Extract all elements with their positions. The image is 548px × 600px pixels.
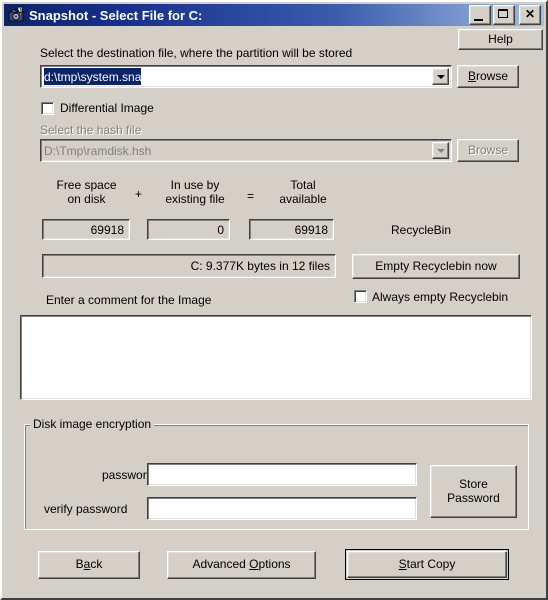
minimize-button[interactable] <box>469 5 491 25</box>
titlebar: Snapshot - Select File for C: ✕ <box>4 4 544 26</box>
total-available-value: 69918 <box>294 222 328 237</box>
inuse-value: 0 <box>217 222 224 237</box>
hash-file-value: D:\Tmp\ramdisk.hsh <box>44 143 152 158</box>
always-empty-recyclebin-checkbox[interactable] <box>354 290 367 303</box>
browse-rest: rowse <box>476 68 509 83</box>
comment-prompt: Enter a comment for the Image <box>46 293 212 307</box>
back-button-label: Back <box>75 557 103 572</box>
hash-browse-label: Browse <box>467 142 508 157</box>
advanced-post: ptions <box>258 557 291 572</box>
hash-file-prompt: Select the hash file <box>40 123 142 137</box>
destination-path-combo[interactable]: d:\tmp\system.sna <box>40 65 452 88</box>
total-available-field: 69918 <box>249 219 334 240</box>
hash-dropdown-arrow <box>432 142 449 159</box>
destination-browse-button[interactable]: Browse <box>457 65 519 88</box>
total-label-line2: available <box>279 192 327 206</box>
always-empty-recyclebin-label: Always empty Recyclebin <box>372 290 509 304</box>
free-space-value: 69918 <box>90 222 124 237</box>
status-field: C: 9.377K bytes in 12 files <box>42 254 336 278</box>
differential-image-label: Differential Image <box>60 101 154 115</box>
free-space-label-line1: Free space <box>56 178 117 192</box>
verify-password-input[interactable] <box>147 497 417 520</box>
back-post: ck <box>90 557 103 572</box>
recyclebin-title: RecycleBin <box>391 223 452 237</box>
advanced-options-button[interactable]: Advanced Options <box>167 551 316 579</box>
free-space-field: 69918 <box>42 219 130 240</box>
inuse-label-line1: In use by <box>170 178 220 192</box>
inuse-field: 0 <box>147 219 230 240</box>
inuse-label-line2: existing file <box>165 192 225 206</box>
equals-sign: = <box>247 189 255 203</box>
window-controls: ✕ <box>469 5 542 25</box>
store-password-button[interactable]: Store Password <box>430 465 517 518</box>
close-icon: ✕ <box>524 7 536 21</box>
free-space-label: Free space on disk <box>40 178 133 206</box>
verify-password-label: verify password <box>44 502 128 516</box>
inuse-label: In use by existing file <box>146 178 244 206</box>
help-button-label: Help <box>488 31 513 46</box>
plus-sign: + <box>135 187 143 201</box>
snapshot-window: Snapshot - Select File for C: ✕ Help Sel… <box>0 0 548 600</box>
minimize-icon <box>474 19 483 21</box>
browse-accel: B <box>467 68 476 83</box>
start-copy-inner: Start Copy <box>347 551 507 578</box>
start-accel: S <box>398 556 407 571</box>
destination-path-value: d:\tmp\system.sna <box>44 68 142 85</box>
advanced-accel: O <box>249 557 259 572</box>
comment-textarea[interactable] <box>20 315 532 400</box>
window-title: Snapshot - Select File for C: <box>29 7 203 23</box>
close-button[interactable]: ✕ <box>519 5 541 25</box>
password-input[interactable] <box>147 463 417 486</box>
start-copy-label: Start Copy <box>398 556 456 572</box>
password-label: password <box>102 468 154 482</box>
total-label-line1: Total <box>290 178 316 192</box>
total-label: Total available <box>257 178 349 206</box>
empty-recyclebin-label: Empty Recyclebin now <box>375 258 497 273</box>
empty-recyclebin-button[interactable]: Empty Recyclebin now <box>352 254 520 279</box>
hash-file-combo: D:\Tmp\ramdisk.hsh <box>40 139 452 162</box>
advanced-pre: Advanced <box>192 557 250 572</box>
camera-icon <box>8 6 26 24</box>
maximize-icon <box>498 9 508 18</box>
hash-browse-button: Browse <box>457 139 519 162</box>
destination-browse-label: Browse <box>467 68 509 84</box>
differential-image-checkbox[interactable] <box>41 102 54 115</box>
free-space-label-line2: on disk <box>67 192 106 206</box>
store-password-label-line1: Store <box>459 476 488 491</box>
advanced-options-label: Advanced Options <box>192 557 291 572</box>
status-text: C: 9.377K bytes in 12 files <box>190 259 330 273</box>
maximize-button[interactable] <box>493 5 515 25</box>
destination-prompt: Select the destination file, where the p… <box>40 46 353 60</box>
destination-dropdown-arrow[interactable] <box>432 68 449 85</box>
start-copy-button[interactable]: Start Copy <box>345 549 509 580</box>
help-button[interactable]: Help <box>458 29 543 50</box>
back-button[interactable]: Back <box>38 551 140 579</box>
start-post: tart Copy <box>406 556 456 571</box>
store-password-label-line2: Password <box>447 490 500 505</box>
encryption-group-title: Disk image encryption <box>30 417 155 431</box>
back-pre: B <box>75 557 84 572</box>
